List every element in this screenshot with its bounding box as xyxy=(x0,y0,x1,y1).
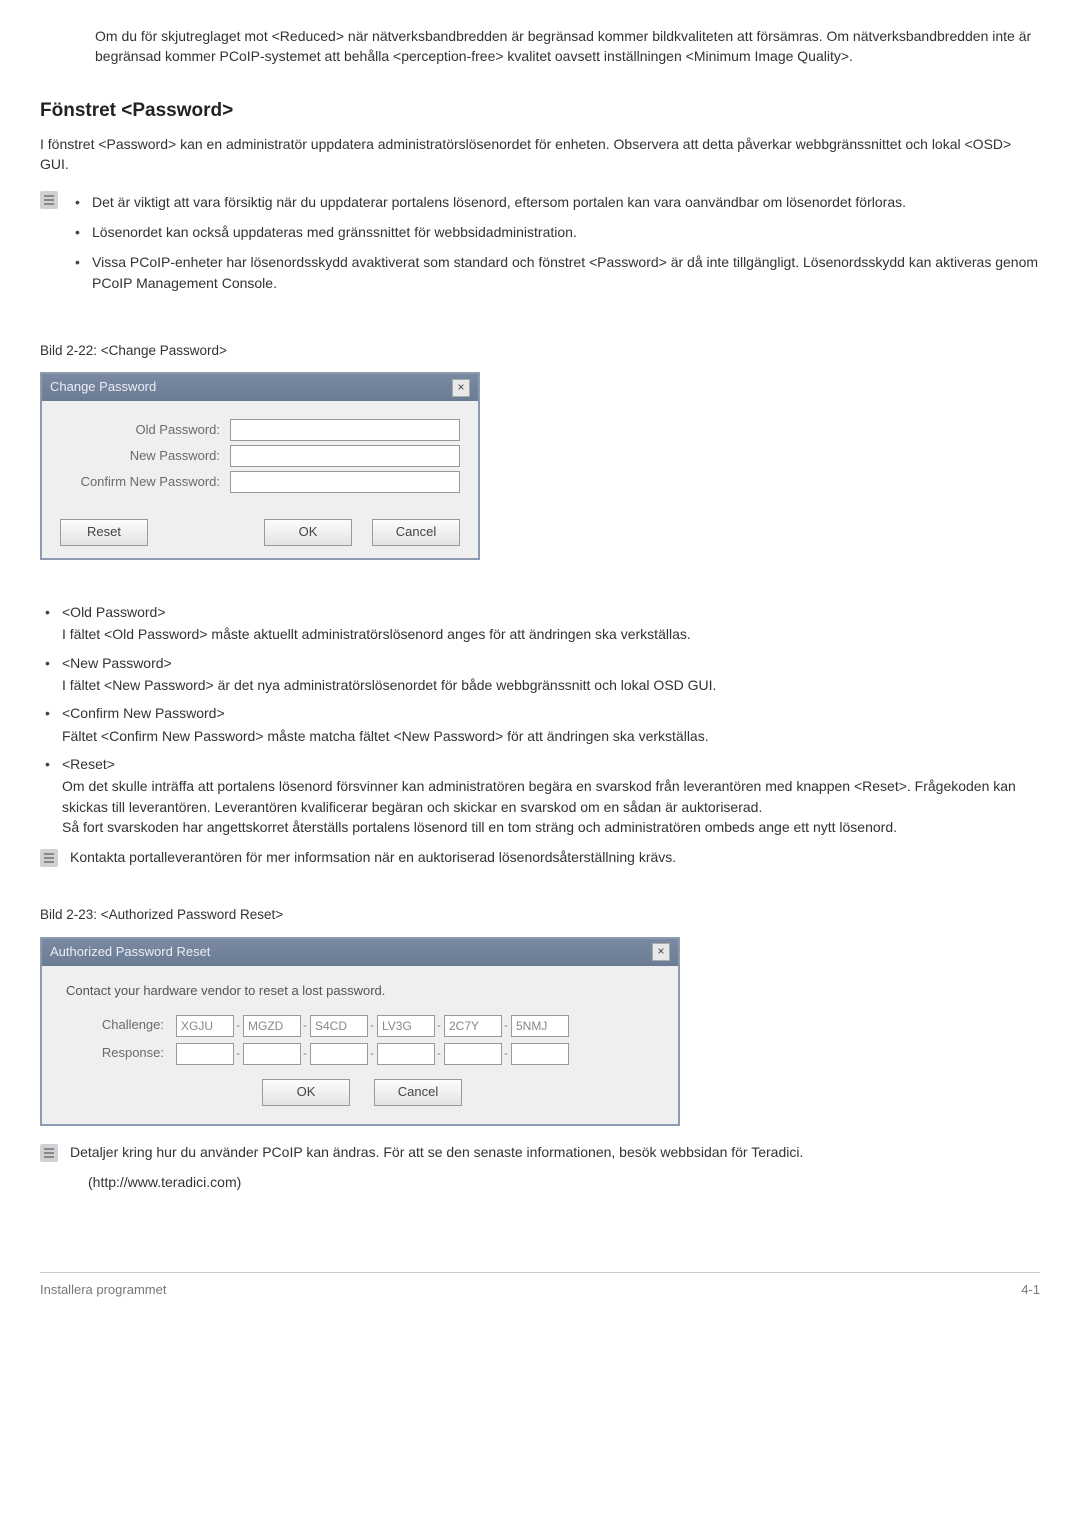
footer-left: Installera programmet xyxy=(40,1281,166,1300)
note-icon xyxy=(40,849,58,867)
intro-paragraph: Om du för skjutreglaget mot <Reduced> nä… xyxy=(95,26,1040,67)
response-seg[interactable] xyxy=(176,1043,234,1065)
ok-button[interactable]: OK xyxy=(262,1079,350,1106)
cancel-button[interactable]: Cancel xyxy=(374,1079,462,1106)
section-heading-password: Fönstret <Password> xyxy=(40,97,1040,125)
note-icon xyxy=(40,191,58,209)
field-item: <New Password> I fältet <New Password> ä… xyxy=(40,653,1040,696)
new-password-input[interactable] xyxy=(230,445,460,467)
field-desc: I fältet <Old Password> måste aktuellt a… xyxy=(62,624,1040,644)
response-label: Response: xyxy=(66,1044,176,1063)
challenge-seg[interactable] xyxy=(377,1015,435,1037)
window-titlebar: Change Password × xyxy=(42,374,478,401)
dash-icon: - xyxy=(502,1045,511,1062)
reset-button[interactable]: Reset xyxy=(60,519,148,546)
contact-note-text: Kontakta portalleverantören för mer info… xyxy=(70,847,676,867)
warning-bullet: Det är viktigt att vara försiktig när du… xyxy=(70,192,1040,212)
response-seg[interactable] xyxy=(377,1043,435,1065)
dash-icon: - xyxy=(368,1045,377,1062)
dash-icon: - xyxy=(234,1017,243,1034)
window-titlebar: Authorized Password Reset × xyxy=(42,939,678,966)
dash-icon: - xyxy=(301,1017,310,1034)
old-password-input[interactable] xyxy=(230,419,460,441)
dash-icon: - xyxy=(435,1017,444,1034)
response-seg[interactable] xyxy=(444,1043,502,1065)
window-body: Old Password: New Password: Confirm New … xyxy=(42,401,478,509)
authorized-password-reset-window: Authorized Password Reset × Contact your… xyxy=(40,937,680,1126)
contact-note: Kontakta portalleverantören för mer info… xyxy=(40,847,1040,867)
warning-bullet: Lösenordet kan också uppdateras med grän… xyxy=(70,222,1040,242)
close-button[interactable]: × xyxy=(652,943,670,961)
field-item: <Confirm New Password> Fältet <Confirm N… xyxy=(40,703,1040,746)
new-password-label: New Password: xyxy=(60,447,230,466)
challenge-segments: - - - - - xyxy=(176,1015,569,1037)
field-term: <Old Password> xyxy=(62,602,1040,622)
warning-bullet: Vissa PCoIP-enheter har lösenordsskydd a… xyxy=(70,252,1040,293)
note-icon xyxy=(40,1144,58,1162)
old-password-label: Old Password: xyxy=(60,421,230,440)
dash-icon: - xyxy=(368,1017,377,1034)
response-seg[interactable] xyxy=(511,1043,569,1065)
field-desc: Fältet <Confirm New Password> måste matc… xyxy=(62,726,1040,746)
details-note-line1: Detaljer kring hur du använder PCoIP kan… xyxy=(70,1142,803,1162)
section-intro: I fönstret <Password> kan en administrat… xyxy=(40,134,1040,175)
details-note-line2: (http://www.teradici.com) xyxy=(88,1172,803,1192)
field-term: <Reset> xyxy=(62,754,1040,774)
window-title-text: Authorized Password Reset xyxy=(50,943,210,962)
response-segments: - - - - - xyxy=(176,1043,569,1065)
challenge-seg[interactable] xyxy=(511,1015,569,1037)
close-button[interactable]: × xyxy=(452,379,470,397)
cancel-button[interactable]: Cancel xyxy=(372,519,460,546)
response-seg[interactable] xyxy=(243,1043,301,1065)
field-term: <New Password> xyxy=(62,653,1040,673)
dash-icon: - xyxy=(301,1045,310,1062)
challenge-seg[interactable] xyxy=(176,1015,234,1037)
challenge-seg[interactable] xyxy=(310,1015,368,1037)
warning-note: Det är viktigt att vara försiktig när du… xyxy=(40,189,1040,303)
page-footer: Installera programmet 4-1 xyxy=(40,1272,1040,1300)
field-desc: Så fort svarskoden har angettskorret åte… xyxy=(62,817,1040,837)
field-definition-list: <Old Password> I fältet <Old Password> m… xyxy=(40,602,1040,837)
field-desc: I fältet <New Password> är det nya admin… xyxy=(62,675,1040,695)
confirm-password-input[interactable] xyxy=(230,471,460,493)
field-item: <Old Password> I fältet <Old Password> m… xyxy=(40,602,1040,645)
field-term: <Confirm New Password> xyxy=(62,703,1040,723)
challenge-label: Challenge: xyxy=(66,1016,176,1035)
field-desc: Om det skulle inträffa att portalens lös… xyxy=(62,776,1040,817)
response-seg[interactable] xyxy=(310,1043,368,1065)
challenge-seg[interactable] xyxy=(243,1015,301,1037)
figure2-caption: Bild 2-23: <Authorized Password Reset> xyxy=(40,905,1040,925)
footer-right: 4-1 xyxy=(1021,1281,1040,1300)
field-item: <Reset> Om det skulle inträffa att porta… xyxy=(40,754,1040,837)
confirm-password-label: Confirm New Password: xyxy=(60,473,230,492)
window-title-text: Change Password xyxy=(50,378,156,397)
ok-button[interactable]: OK xyxy=(264,519,352,546)
dash-icon: - xyxy=(502,1017,511,1034)
apr-instruction: Contact your hardware vendor to reset a … xyxy=(66,982,658,1001)
change-password-window: Change Password × Old Password: New Pass… xyxy=(40,372,480,560)
challenge-seg[interactable] xyxy=(444,1015,502,1037)
figure1-caption: Bild 2-22: <Change Password> xyxy=(40,341,1040,361)
dash-icon: - xyxy=(234,1045,243,1062)
warning-bullets: Det är viktigt att vara försiktig när du… xyxy=(70,189,1040,303)
details-note: Detaljer kring hur du använder PCoIP kan… xyxy=(40,1142,1040,1203)
window-body: Contact your hardware vendor to reset a … xyxy=(42,966,678,1124)
dash-icon: - xyxy=(435,1045,444,1062)
